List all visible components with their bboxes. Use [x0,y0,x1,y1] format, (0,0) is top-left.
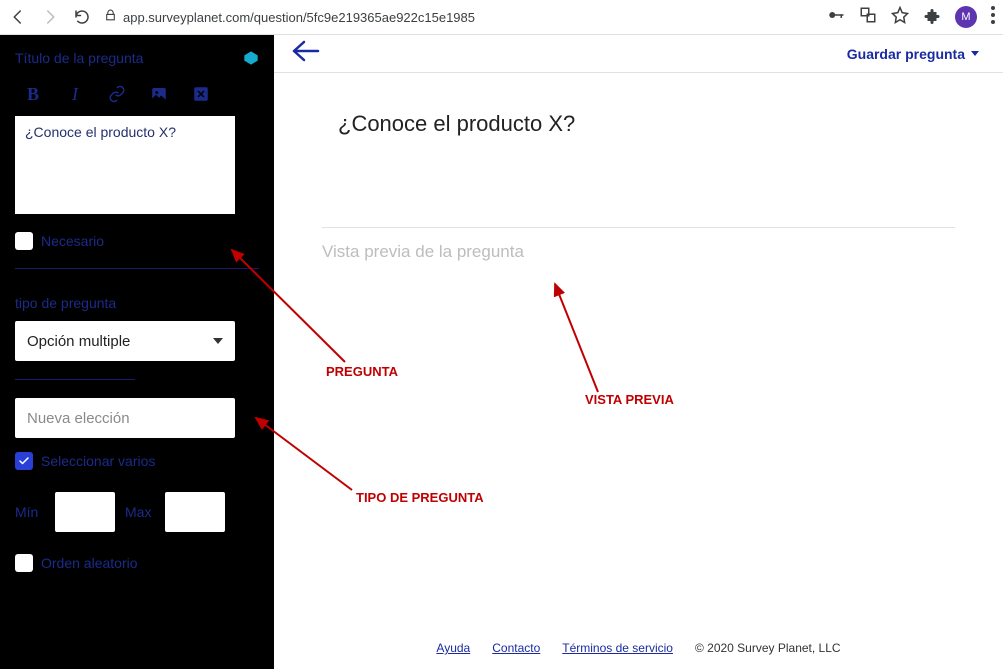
browser-back-button[interactable] [8,7,28,27]
annotation-pregunta-label: PREGUNTA [326,364,398,379]
italic-button[interactable]: I [65,84,85,104]
format-toolbar: B I [15,78,259,116]
browser-forward-button [40,7,60,27]
help-link[interactable]: Ayuda [436,641,470,655]
preview-label: Vista previa de la pregunta [322,242,955,262]
pro-badge-icon [243,50,259,66]
link-button[interactable] [107,84,127,104]
random-order-checkbox[interactable] [15,554,33,572]
question-sidebar: Título de la pregunta B I Necesario tipo… [0,35,274,669]
footer: Ayuda Contacto Términos de servicio © 20… [274,641,1003,655]
new-choice-input[interactable] [15,398,235,438]
save-question-label: Guardar pregunta [847,46,965,62]
contact-link[interactable]: Contacto [492,641,540,655]
image-button[interactable] [149,84,169,104]
random-order-label: Orden aleatorio [41,555,138,571]
annotation-vista-label: VISTA PREVIA [585,392,674,407]
key-icon[interactable] [827,6,845,29]
necessary-label: Necesario [41,233,104,249]
select-multiple-label: Seleccionar varios [41,453,155,469]
bold-button[interactable]: B [23,84,43,104]
question-type-value: Opción multiple [27,333,130,350]
chevron-down-icon [213,338,223,344]
preview-divider [322,227,955,228]
divider [15,268,259,269]
main-header: Guardar pregunta [274,35,1003,73]
star-icon[interactable] [891,6,909,29]
browser-chrome: app.surveyplanet.com/question/5fc9e21936… [0,0,1003,35]
sidebar-title-label: Título de la pregunta [15,50,143,66]
question-type-select[interactable]: Opción multiple [15,321,235,361]
copyright-text: © 2020 Survey Planet, LLC [695,641,841,655]
chevron-down-icon [971,51,979,56]
question-title-input[interactable] [15,116,235,214]
max-input[interactable] [165,492,225,532]
avatar[interactable]: M [955,6,977,28]
necessary-checkbox[interactable] [15,232,33,250]
browser-reload-button[interactable] [72,7,92,27]
annotation-tipo-label: TIPO DE PREGUNTA [356,490,484,505]
url-text[interactable]: app.surveyplanet.com/question/5fc9e21936… [123,10,475,25]
type-section-label: tipo de pregunta [15,295,259,311]
question-preview-title: ¿Conoce el producto X? [338,111,955,137]
translate-icon[interactable] [859,6,877,29]
select-multiple-checkbox[interactable] [15,452,33,470]
divider-short [15,379,135,380]
save-question-button[interactable]: Guardar pregunta [847,46,979,62]
max-label: Max [125,504,155,520]
min-label: Mín [15,504,45,520]
min-input[interactable] [55,492,115,532]
lock-icon [104,9,117,25]
main-area: Guardar pregunta ¿Conoce el producto X? … [274,35,1003,669]
kebab-menu-icon[interactable] [991,6,995,29]
expand-button[interactable] [191,84,211,104]
extensions-icon[interactable] [923,6,941,29]
back-button[interactable] [288,36,324,71]
terms-link[interactable]: Términos de servicio [562,641,673,655]
